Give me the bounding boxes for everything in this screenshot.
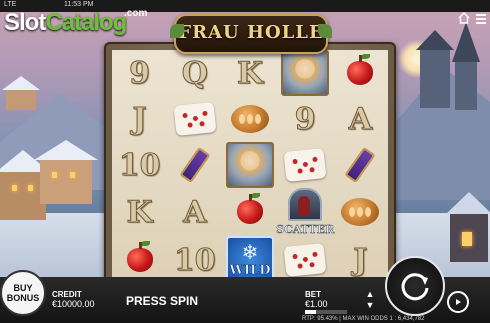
symbol-letter: A (348, 101, 373, 137)
house-roof (2, 76, 40, 90)
watermark-catalog: Catalog (45, 9, 127, 36)
reel-cell (333, 188, 388, 236)
village-house (40, 158, 92, 204)
snowflake-icon: ❄ (241, 241, 259, 264)
symbol-letter: J (353, 242, 368, 278)
credit-label: CREDIT (52, 290, 82, 299)
game-title-plaque: FRAU HOLLE (170, 14, 332, 54)
symbol-apple-icon (236, 193, 263, 224)
game-title: FRAU HOLLE (178, 22, 324, 43)
symbol-letter: 9 (294, 101, 316, 137)
reel-cell (222, 96, 277, 142)
bet-display: BET €1.00 (305, 290, 328, 309)
reel-grid: 9 Q K J 9 A 10 K A SCATTER 10 ❄ WILD J (112, 50, 388, 284)
status-network: LTE (4, 1, 17, 8)
reel-cell: 9 (112, 50, 167, 96)
bet-decrease-icon[interactable]: ▼ (364, 300, 376, 311)
bet-level-fill (305, 310, 316, 314)
watermark-logo: SlotCatalog .com (4, 8, 147, 37)
bet-increase-icon[interactable]: ▲ (364, 289, 376, 300)
reel-cell (222, 142, 277, 188)
leaf-decoration (170, 24, 184, 38)
symbol-letter: 10 (173, 242, 216, 278)
spin-arrow-icon (401, 273, 429, 301)
watermark-slot: Slot (4, 9, 46, 36)
symbol-pillow-icon (283, 147, 327, 183)
reel-cell: SCATTER (276, 188, 334, 236)
symbol-pillow-icon (283, 242, 327, 278)
bet-label: BET (305, 290, 321, 299)
symbol-letter: A (183, 194, 207, 230)
watermark-com: .com (124, 8, 148, 19)
symbol-apple-icon (347, 54, 374, 85)
symbol-letter: 10 (118, 147, 161, 183)
symbol-scatter: SCATTER (276, 188, 334, 236)
leaf-decoration (318, 24, 332, 38)
symbol-portrait-icon (225, 142, 274, 188)
lit-window (12, 185, 17, 191)
lit-window (52, 172, 57, 178)
reel-cell: 9 (278, 96, 333, 142)
play-icon (456, 299, 461, 305)
reel-cell (222, 188, 277, 236)
autoplay-button[interactable] (447, 291, 469, 313)
reel-cell (333, 142, 388, 188)
symbol-letter: K (126, 194, 153, 230)
reel-cell: A (167, 188, 222, 236)
symbol-letter: Q (181, 55, 208, 91)
home-icon[interactable] (458, 12, 470, 24)
reel-cell: Q (167, 50, 222, 96)
symbol-bread-icon (230, 105, 269, 133)
reel-cell (167, 96, 222, 142)
symbol-spindle-icon (179, 147, 211, 183)
credit-value: €10000.00 (52, 299, 95, 309)
buy-bonus-line2: BONUS (6, 293, 40, 303)
reel-cell (333, 50, 388, 96)
symbol-letter: J (132, 101, 147, 137)
lit-window (28, 185, 33, 191)
spin-button[interactable] (385, 256, 445, 316)
lit-window (462, 232, 472, 246)
credit-display: CREDIT €10000.00 (52, 290, 95, 309)
buy-bonus-line1: BUY (13, 283, 33, 293)
symbol-pillow-icon (173, 101, 217, 137)
buy-bonus-button[interactable]: BUY BONUS (0, 270, 46, 316)
reel-cell: J (112, 96, 167, 142)
status-time: 11:53 PM (64, 1, 94, 8)
reel-cell: K (222, 50, 277, 96)
reel-cell: A (333, 96, 388, 142)
lit-window (70, 172, 75, 178)
door-icon (288, 188, 323, 221)
reel-cell (278, 50, 333, 96)
symbol-bread-icon (341, 198, 380, 226)
bet-value: €1.00 (305, 299, 328, 309)
reel-cell: K (112, 188, 167, 236)
menu-icon[interactable] (476, 14, 486, 24)
scatter-label: SCATTER (276, 223, 335, 236)
rtp-info: RTP: 95.43% | MAX WIN ODDS 1 : 6,434,782 (302, 316, 425, 322)
bet-level-bar (305, 310, 347, 314)
castle-tower (420, 48, 450, 108)
symbol-letter: K (236, 55, 264, 91)
reel-cell: 10 (112, 142, 167, 188)
castle-tower (455, 60, 477, 110)
reel-cell (278, 142, 333, 188)
castle-spire (452, 22, 480, 62)
symbol-apple-icon (126, 241, 153, 272)
bet-adjust: ▲ ▼ (364, 289, 376, 311)
reel-cell (167, 142, 222, 188)
symbol-portrait-icon (281, 50, 330, 96)
symbol-letter: 9 (129, 55, 151, 91)
village-house (6, 88, 36, 110)
wild-label: WILD (229, 262, 271, 278)
symbol-spindle-icon (344, 147, 376, 183)
reel-frame: 9 Q K J 9 A 10 K A SCATTER 10 ❄ WILD J (104, 42, 396, 292)
press-spin-message: PRESS SPIN (126, 294, 199, 308)
